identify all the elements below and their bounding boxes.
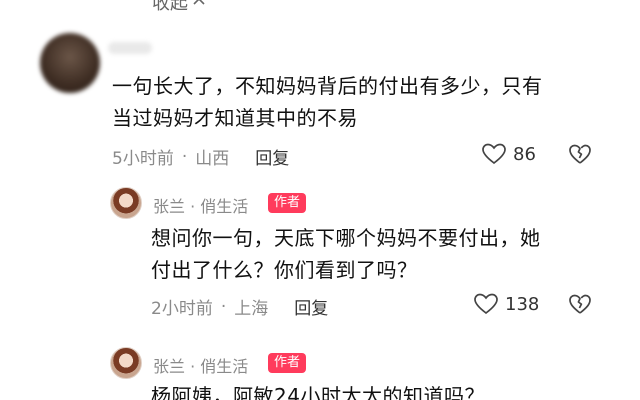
comment-text-line-1: 一句长大了，不知妈妈背后的付出有多少，只有 bbox=[112, 74, 543, 98]
reply-like-button[interactable]: 138 bbox=[473, 292, 539, 316]
heart-outline-icon bbox=[482, 143, 506, 165]
author-badge: 作者 bbox=[268, 193, 307, 213]
reply-text-line-1: 想问你一句，天底下哪个妈妈不要付出，她 bbox=[151, 226, 541, 250]
broken-heart-icon bbox=[569, 144, 591, 164]
collapse-label: 收起 bbox=[152, 0, 188, 14]
reply-time: 2小时前 bbox=[151, 299, 213, 319]
comment-text: 一句长大了，不知妈妈背后的付出有多少，只有 当过妈妈才知道其中的不易 bbox=[112, 70, 543, 134]
separator-dot: · bbox=[181, 146, 188, 167]
reply-author-avatar[interactable] bbox=[110, 347, 142, 379]
reply-text-line-1: 杨阿姨，阿敏24小时太太的知道吗？ bbox=[151, 384, 485, 400]
comment-time: 5小时前 bbox=[112, 149, 174, 169]
reply-location: 上海 bbox=[234, 299, 269, 319]
broken-heart-icon bbox=[569, 294, 591, 314]
comment-like-button[interactable]: 86 bbox=[481, 142, 536, 166]
comment-thread: 收起 一句长大了，不知妈妈背后的付出有多少，只有 当过妈妈才知道其中的不易 5小… bbox=[0, 0, 640, 400]
separator-dot: · bbox=[220, 296, 227, 317]
reply-author-name[interactable]: 张兰 · 俏生活 bbox=[153, 353, 248, 377]
author-badge: 作者 bbox=[268, 353, 307, 373]
chevron-up-icon bbox=[193, 0, 205, 5]
reply-text: 杨阿姨，阿敏24小时太太的知道吗？ bbox=[151, 380, 485, 400]
reply-author-avatar[interactable] bbox=[110, 187, 142, 219]
reply-text-line-2: 付出了什么？你们看到了吗？ bbox=[151, 258, 418, 282]
reply-text: 想问你一句，天底下哪个妈妈不要付出，她 付出了什么？你们看到了吗？ bbox=[151, 222, 541, 286]
comment-text-line-2: 当过妈妈才知道其中的不易 bbox=[112, 106, 358, 130]
reply-reply-button[interactable]: 回复 bbox=[294, 294, 328, 319]
heart-outline-icon bbox=[474, 293, 498, 315]
reply-like-count: 138 bbox=[505, 293, 540, 315]
reply-meta: 2小时前 · 上海 回复 bbox=[151, 294, 328, 320]
comment-reply-button[interactable]: 回复 bbox=[255, 144, 289, 169]
comment-like-count: 86 bbox=[513, 143, 536, 165]
collapse-replies-link[interactable]: 收起 bbox=[152, 0, 206, 15]
comment-dislike-button[interactable] bbox=[568, 143, 592, 169]
comment-meta: 5小时前 · 山西 回复 bbox=[112, 144, 289, 170]
commenter-avatar[interactable] bbox=[40, 33, 100, 93]
reply-dislike-button[interactable] bbox=[568, 293, 592, 319]
commenter-name-redacted bbox=[108, 42, 152, 54]
comment-location: 山西 bbox=[195, 149, 230, 169]
reply-author-name[interactable]: 张兰 · 俏生活 bbox=[153, 193, 248, 217]
